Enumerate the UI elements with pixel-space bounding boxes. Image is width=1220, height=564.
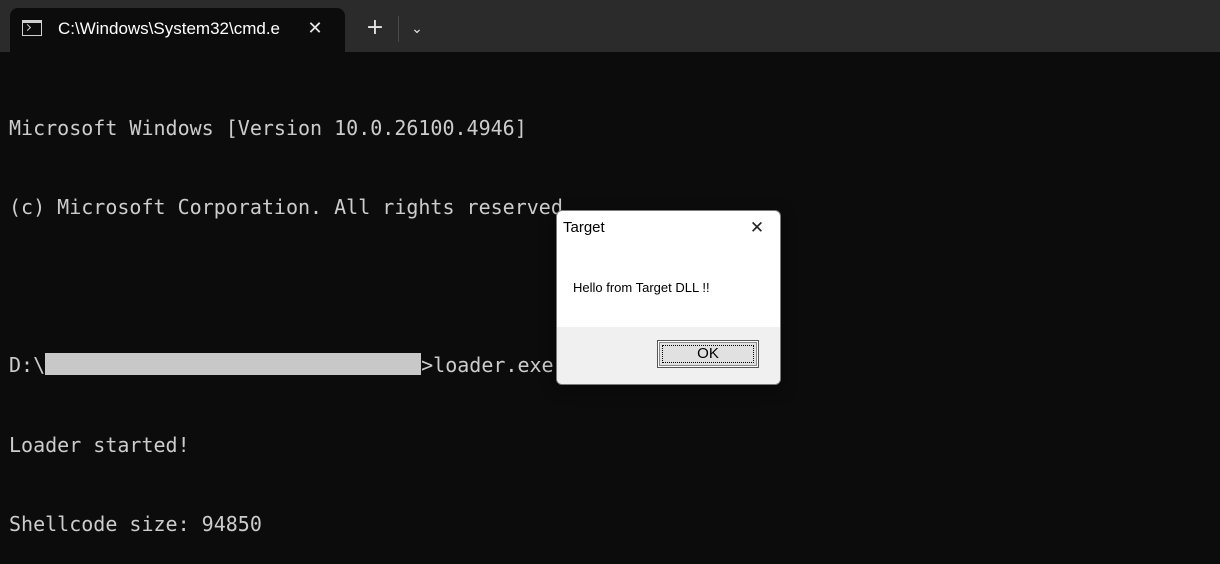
dialog-close-icon[interactable]: ✕ xyxy=(746,217,768,239)
ok-button[interactable]: OK xyxy=(657,340,759,368)
chevron-down-icon[interactable]: ⌄ xyxy=(405,17,429,41)
terminal-line: Loader started! xyxy=(9,432,190,457)
dialog-body: Hello from Target DLL !! xyxy=(557,245,780,327)
tab-close-icon[interactable]: ✕ xyxy=(302,16,328,42)
dialog-footer: OK xyxy=(557,327,780,384)
tab-title: C:\Windows\System32\cmd.e xyxy=(58,19,281,38)
new-tab-button[interactable]: + xyxy=(362,15,388,41)
dialog-message: Hello from Target DLL !! xyxy=(573,280,710,295)
redacted-path xyxy=(45,353,422,376)
terminal-line: Shellcode size: 94850 xyxy=(9,511,262,536)
dialog-title: Target xyxy=(563,219,605,236)
divider xyxy=(398,16,399,42)
terminal-line: Microsoft Windows [Version 10.0.26100.49… xyxy=(9,115,527,140)
title-bar: C:\Windows\System32\cmd.e ✕ + ⌄ xyxy=(0,0,1220,52)
tab-cmd[interactable]: C:\Windows\System32\cmd.e ✕ xyxy=(10,8,345,52)
message-box-dialog: Target ✕ Hello from Target DLL !! OK xyxy=(556,210,781,385)
ok-button-label: OK xyxy=(697,345,719,362)
prompt-prefix: D:\ xyxy=(9,353,46,378)
console-icon xyxy=(22,20,42,36)
